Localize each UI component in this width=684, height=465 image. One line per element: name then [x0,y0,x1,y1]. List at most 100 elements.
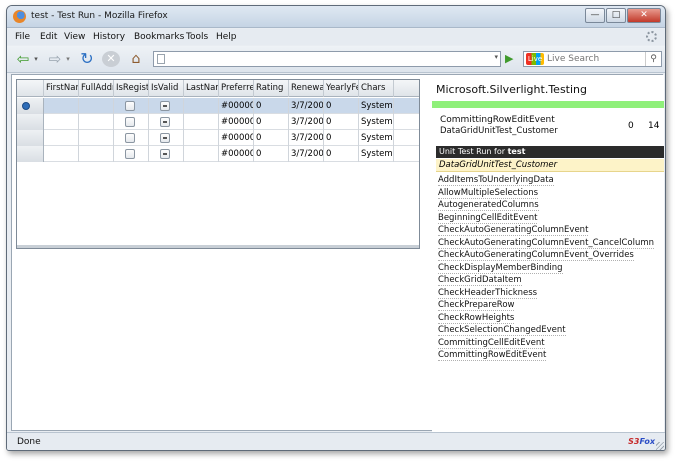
cell-firstname[interactable] [44,114,79,130]
row-header[interactable] [17,130,44,146]
cell-lastname[interactable] [184,98,219,114]
search-icon[interactable]: ⚲ [645,52,661,66]
cell-preferred[interactable]: #000000 [219,130,254,146]
address-bar[interactable]: ▾ [153,51,501,67]
cell-firstname[interactable] [44,98,79,114]
cell-isvalid[interactable] [149,114,184,130]
cell-yearlyfee[interactable]: 0 [324,146,359,162]
column-header-preferred[interactable]: Preferre [219,80,254,97]
test-method-item[interactable]: CheckAutoGeneratingColumnEvent_CancelCol… [438,237,654,250]
menu-help[interactable]: Help [216,32,237,42]
table-row[interactable]: #000000 0 3/7/2008 0 System.C [17,130,419,146]
cell-isvalid[interactable] [149,146,184,162]
menu-bookmarks[interactable]: Bookmarks [134,32,184,42]
cell-chars[interactable]: System.C [359,130,394,146]
column-header-renewal[interactable]: Renewal [289,80,324,97]
test-method-item[interactable]: CommittingRowEditEvent [438,349,654,362]
cell-yearlyfee[interactable]: 0 [324,98,359,114]
data-grid[interactable]: FirstNam FullAddr IsRegiste IsValid Last… [16,79,420,249]
cell-firstname[interactable] [44,130,79,146]
cell-chars[interactable]: System.C [359,146,394,162]
test-method-item[interactable]: CheckGridDataItem [438,274,654,287]
maximize-button[interactable]: □ [606,8,626,23]
cell-isregistered[interactable] [114,98,149,114]
isvalid-checkbox[interactable] [160,117,170,127]
cell-renewal[interactable]: 3/7/2008 [289,130,324,146]
cell-yearlyfee[interactable]: 0 [324,114,359,130]
test-method-item[interactable]: CheckRowHeights [438,312,654,325]
menu-view[interactable]: View [64,32,85,42]
cell-yearlyfee[interactable]: 0 [324,130,359,146]
isvalid-checkbox[interactable] [160,149,170,159]
column-header-firstname[interactable]: FirstNam [44,80,79,97]
column-header-chars[interactable]: Chars [359,80,394,97]
cell-chars[interactable]: System.C [359,98,394,114]
cell-lastname[interactable] [184,146,219,162]
table-row[interactable]: #000000 0 3/7/2008 0 System.C [17,98,419,114]
go-arrow-icon[interactable]: ▶ [505,52,517,66]
test-method-item[interactable]: CheckPrepareRow [438,299,654,312]
test-method-item[interactable]: CommittingCellEditEvent [438,337,654,350]
cell-fulladdress[interactable] [79,98,114,114]
test-method-item[interactable]: AutogeneratedColumns [438,199,654,212]
cell-rating[interactable]: 0 [254,146,289,162]
row-header[interactable] [17,114,44,130]
cell-isregistered[interactable] [114,114,149,130]
cell-isvalid[interactable] [149,98,184,114]
test-method-item[interactable]: CheckAutoGeneratingColumnEvent [438,224,654,237]
isregistered-checkbox[interactable] [125,117,135,127]
isvalid-checkbox[interactable] [160,101,170,111]
test-class-row[interactable]: DataGridUnitTest_Customer [436,159,664,172]
cell-rating[interactable]: 0 [254,114,289,130]
cell-lastname[interactable] [184,130,219,146]
menu-tools[interactable]: Tools [186,32,208,42]
test-method-item[interactable]: CheckDisplayMemberBinding [438,262,654,275]
cell-renewal[interactable]: 3/7/2008 [289,114,324,130]
forward-arrow-icon[interactable]: ⇨ [45,50,65,68]
cell-preferred[interactable]: #000000 [219,114,254,130]
menu-history[interactable]: History [93,32,125,42]
table-row[interactable]: #000000 0 3/7/2008 0 System.C [17,114,419,130]
stop-icon[interactable]: ✕ [102,51,120,67]
cell-rating[interactable]: 0 [254,98,289,114]
test-method-item[interactable]: CheckAutoGeneratingColumnEvent_Overrides [438,249,654,262]
minimize-button[interactable]: — [585,8,605,23]
row-header[interactable] [17,98,44,114]
cell-fulladdress[interactable] [79,146,114,162]
cell-firstname[interactable] [44,146,79,162]
column-header-isvalid[interactable]: IsValid [149,80,184,97]
reload-icon[interactable]: ↻ [77,50,97,68]
cell-lastname[interactable] [184,114,219,130]
cell-fulladdress[interactable] [79,130,114,146]
close-button[interactable]: ✕ [627,8,661,23]
home-icon[interactable]: ⌂ [126,50,146,68]
isregistered-checkbox[interactable] [125,101,135,111]
column-header-lastname[interactable]: LastNam [184,80,219,97]
forward-history-dropdown-icon[interactable]: ▾ [64,50,72,68]
search-engine-icon[interactable]: Live [526,53,544,65]
search-input[interactable] [547,52,643,66]
table-row[interactable]: #000000 0 3/7/2008 0 System.C [17,146,419,162]
cell-fulladdress[interactable] [79,114,114,130]
menu-edit[interactable]: Edit [40,32,57,42]
cell-renewal[interactable]: 3/7/2008 [289,146,324,162]
test-method-item[interactable]: AllowMultipleSelections [438,187,654,200]
test-method-item[interactable]: CheckHeaderThickness [438,287,654,300]
isvalid-checkbox[interactable] [160,133,170,143]
resize-grip-icon[interactable] [656,442,664,450]
column-header-isregistered[interactable]: IsRegiste [114,80,149,97]
cell-rating[interactable]: 0 [254,130,289,146]
test-method-item[interactable]: AddItemsToUnderlyingData [438,174,654,187]
isregistered-checkbox[interactable] [125,149,135,159]
column-header-fulladdress[interactable]: FullAddr [79,80,114,97]
cell-preferred[interactable]: #000000 [219,146,254,162]
cell-chars[interactable]: System.C [359,114,394,130]
s3fox-addon-button[interactable]: S3Fox [628,437,655,446]
column-header-yearlyfee[interactable]: YearlyFe [324,80,359,97]
back-arrow-icon[interactable]: ⇦ [13,50,33,68]
menu-file[interactable]: File [15,32,30,42]
cell-isregistered[interactable] [114,130,149,146]
test-method-item[interactable]: BeginningCellEditEvent [438,212,654,225]
column-header-rating[interactable]: Rating [254,80,289,97]
grid-horizontal-scrollbar[interactable] [17,245,419,248]
